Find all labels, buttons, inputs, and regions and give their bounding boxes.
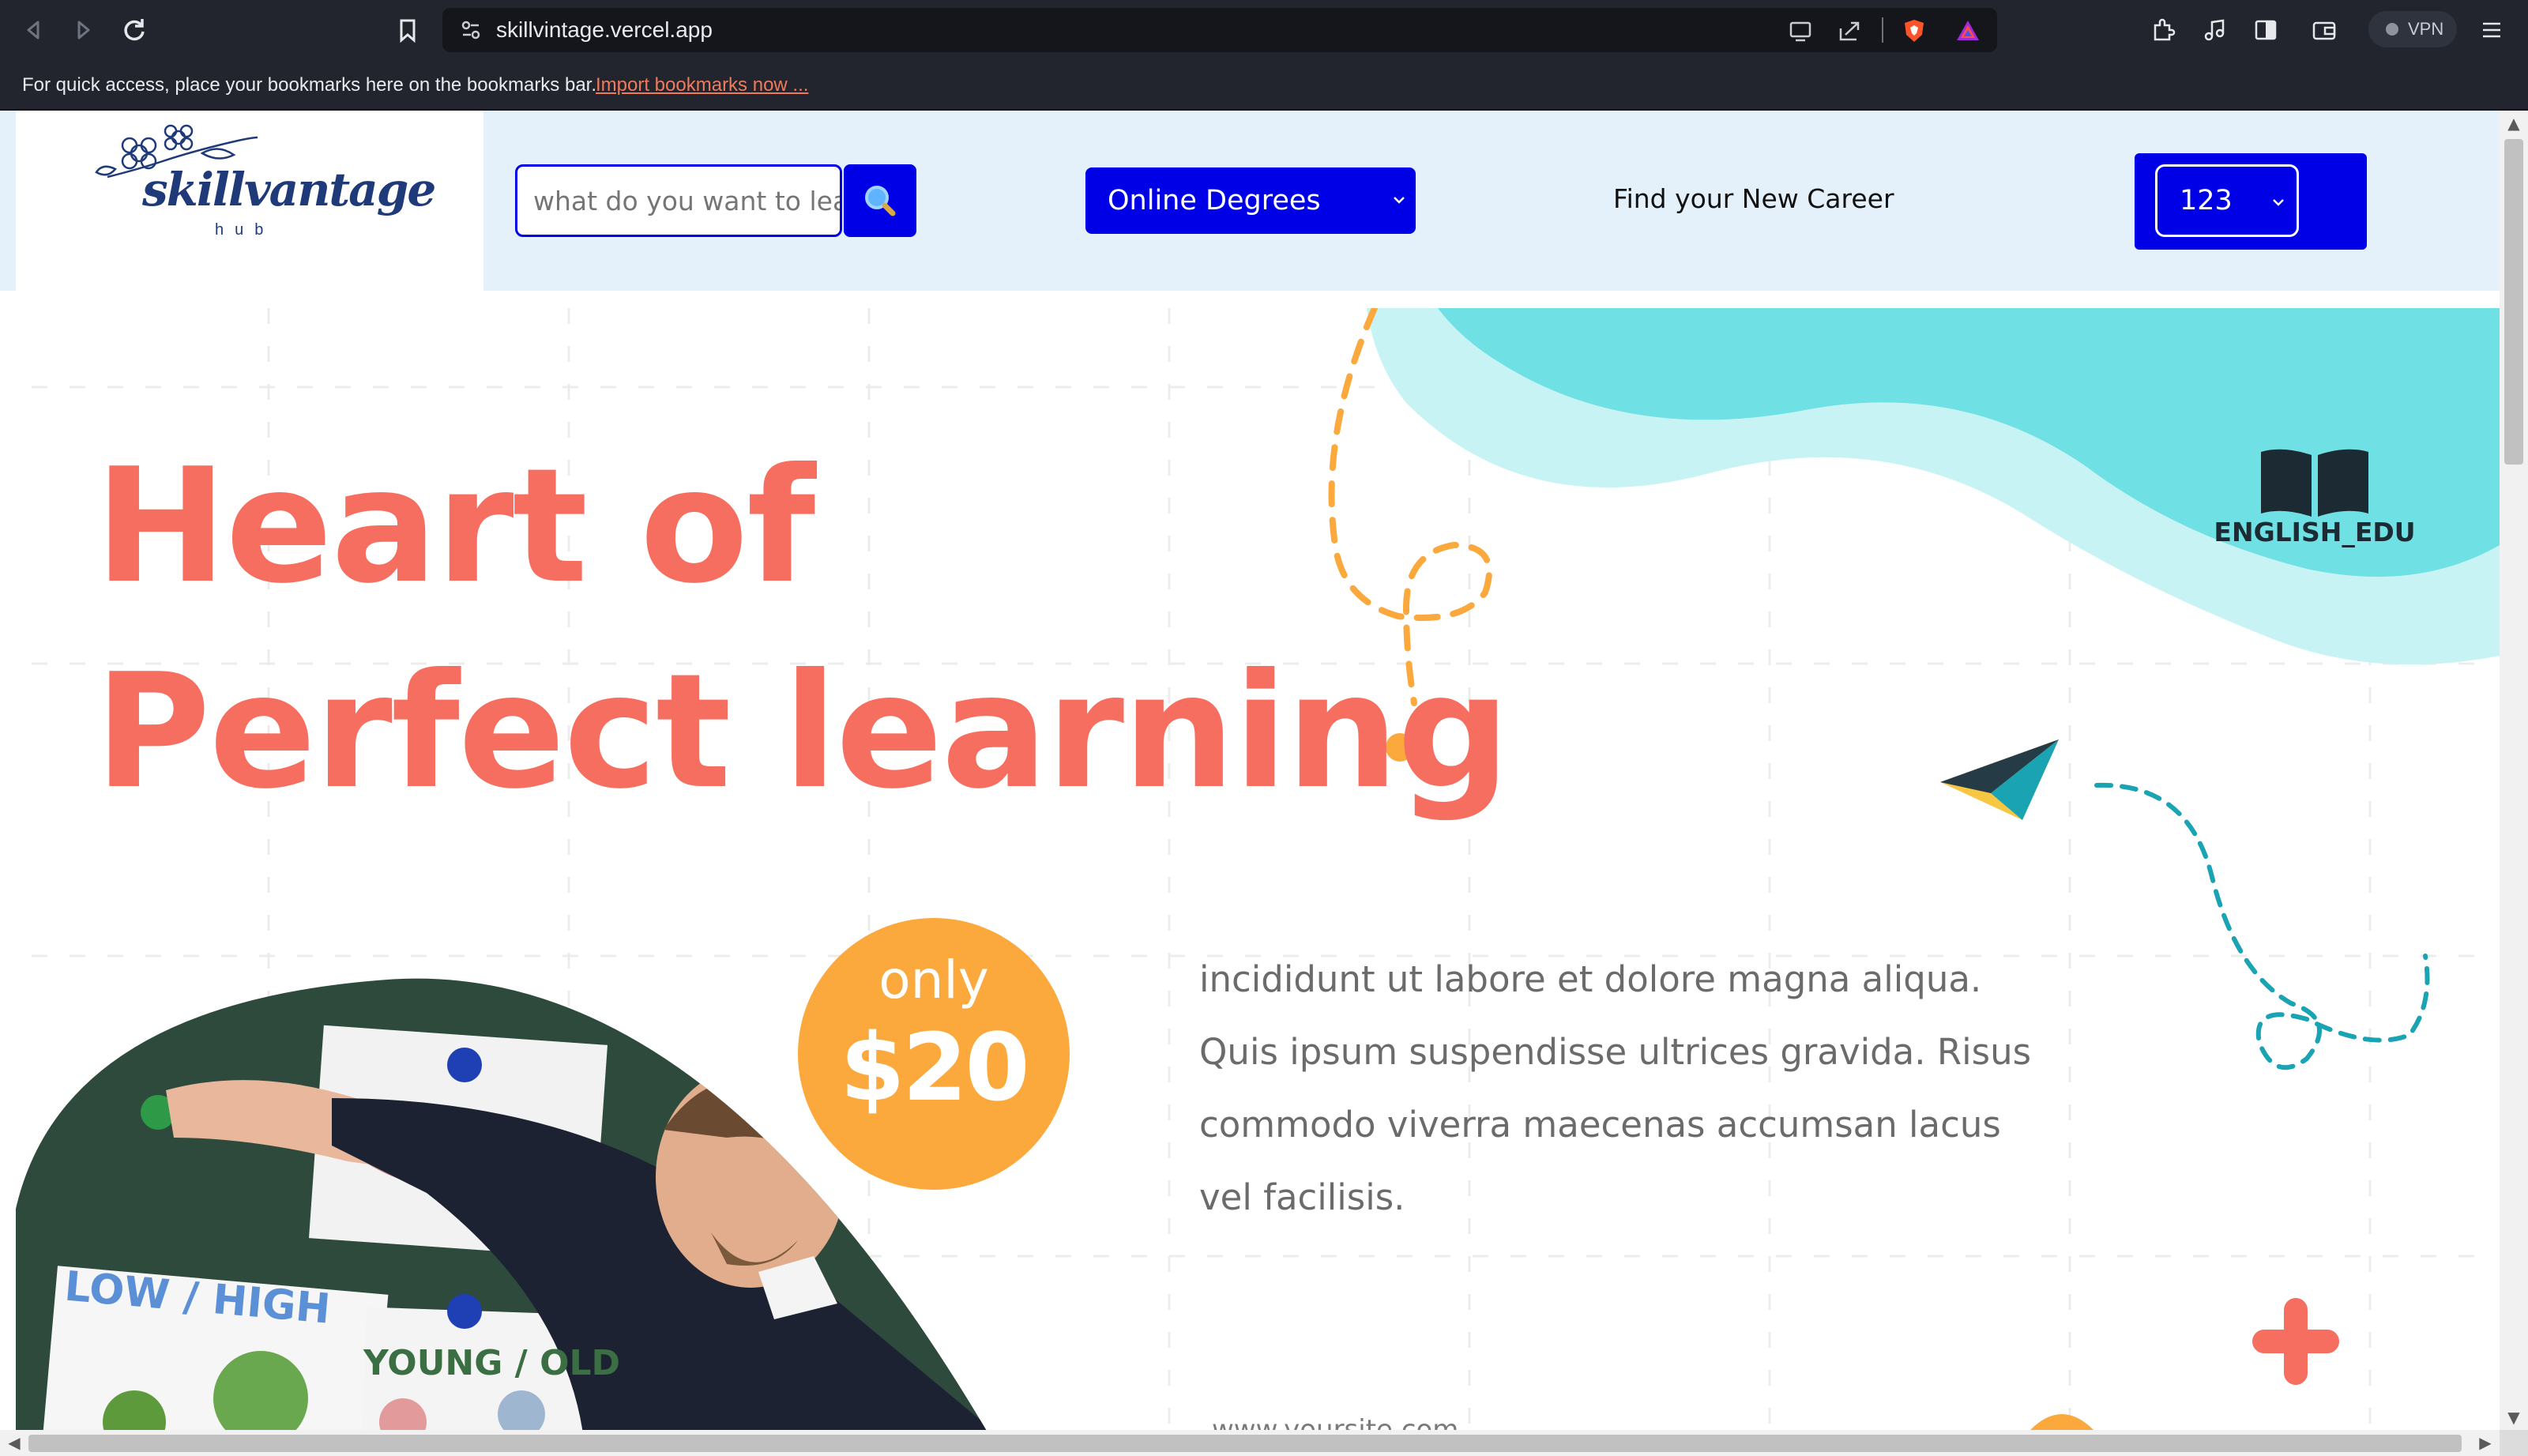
- price-badge: only $20: [798, 918, 1070, 1190]
- import-bookmarks-link[interactable]: Import bookmarks now ...: [596, 74, 808, 96]
- browser-toolbar: skillvintage.vercel.app VPN: [0, 0, 2528, 62]
- site-url: www.yoursite.com: [1212, 1414, 1459, 1430]
- description-line: commodo viverra maecenas accumsan lacus: [1199, 1104, 2001, 1146]
- vpn-button[interactable]: VPN: [2368, 11, 2457, 47]
- scroll-down-icon[interactable]: ▼: [2500, 1405, 2528, 1430]
- horizontal-scroll-thumb[interactable]: [28, 1435, 2462, 1452]
- bookmarks-hint: For quick access, place your bookmarks h…: [22, 74, 597, 96]
- price-prefix: only: [878, 950, 989, 1010]
- share-icon[interactable]: [1836, 17, 1863, 44]
- online-degrees-select[interactable]: Online Degrees: [1085, 167, 1416, 234]
- vertical-scrollbar[interactable]: ▲ ▼: [2500, 111, 2528, 1430]
- vpn-status-icon: [2386, 23, 2398, 36]
- number-select-value: 123: [2180, 185, 2233, 216]
- number-select-container: 123: [2135, 153, 2367, 250]
- back-icon[interactable]: [17, 14, 49, 46]
- search-input[interactable]: [515, 164, 842, 237]
- search-button[interactable]: [844, 164, 916, 237]
- scroll-up-icon[interactable]: ▲: [2500, 111, 2528, 136]
- scroll-right-icon[interactable]: ▶: [2471, 1430, 2500, 1455]
- price-value: $20: [840, 1013, 1029, 1122]
- brand-label: ENGLISH_EDU: [2214, 517, 2416, 547]
- logo-wordmark: skillvantage: [142, 163, 436, 216]
- photo-label-young-old: YOUNG / OLD: [363, 1343, 620, 1383]
- scroll-left-icon[interactable]: ◀: [0, 1430, 28, 1455]
- description-line: incididunt ut labore et dolore magna ali…: [1199, 958, 1982, 1000]
- open-book-icon: [2261, 449, 2368, 517]
- brave-shields-icon[interactable]: [1901, 17, 1928, 44]
- horizontal-scrollbar[interactable]: ◀ ▶: [0, 1430, 2500, 1456]
- address-separator: [1882, 17, 1883, 43]
- hero-headline-line1: Heart of: [95, 435, 815, 619]
- extensions-icon[interactable]: [2149, 16, 2177, 44]
- logo[interactable]: skillvantage hub: [16, 111, 483, 291]
- hero-description: incididunt ut labore et dolore magna ali…: [1199, 943, 2179, 1234]
- brave-rewards-icon[interactable]: [1954, 17, 1981, 44]
- url-text[interactable]: skillvintage.vercel.app: [496, 17, 713, 43]
- find-career-link[interactable]: Find your New Career: [1613, 183, 1894, 214]
- description-line: Quis ipsum suspendisse ultrices gravida.…: [1199, 1031, 2032, 1073]
- site-header: skillvantage hub Online Degrees Find you…: [0, 111, 2500, 291]
- forward-icon[interactable]: [68, 14, 100, 46]
- description-line: vel facilisis.: [1199, 1176, 1405, 1218]
- site-info-icon[interactable]: [460, 19, 482, 41]
- sidebar-icon[interactable]: [2252, 16, 2280, 44]
- scrollbar-corner: [2500, 1430, 2528, 1456]
- cast-icon[interactable]: [1787, 17, 1814, 44]
- reload-icon[interactable]: [118, 14, 150, 46]
- chevron-down-icon: [1394, 197, 1405, 204]
- address-bar[interactable]: skillvintage.vercel.app: [442, 8, 1997, 52]
- vertical-scroll-thumb[interactable]: [2504, 139, 2523, 465]
- hero-banner: Heart of Perfect learning ENGLISH_EDU LO…: [0, 308, 2500, 1430]
- wallet-icon[interactable]: [2310, 16, 2338, 44]
- media-icon[interactable]: [2201, 16, 2229, 44]
- search-icon: [865, 186, 896, 216]
- menu-icon[interactable]: [2477, 16, 2506, 44]
- english-edu-brand: ENGLISH_EDU: [2196, 441, 2433, 599]
- chevron-down-icon: [2273, 199, 2284, 206]
- bookmarks-bar: For quick access, place your bookmarks h…: [0, 62, 2528, 111]
- vpn-label: VPN: [2408, 19, 2444, 39]
- degrees-select-value: Online Degrees: [1108, 185, 1321, 216]
- hero-headline-line2: Perfect learning: [95, 640, 1510, 824]
- page-viewport: skillvantage hub Online Degrees Find you…: [0, 111, 2500, 1430]
- bookmark-icon[interactable]: [392, 14, 423, 46]
- number-select[interactable]: 123: [2155, 164, 2299, 237]
- logo-subtext: hub: [215, 221, 275, 239]
